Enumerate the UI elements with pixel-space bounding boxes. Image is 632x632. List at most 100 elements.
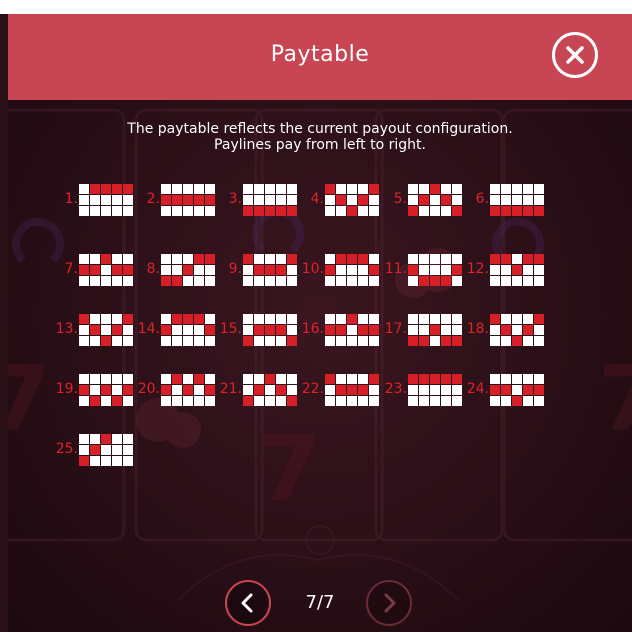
payline-number: 15. <box>219 321 242 337</box>
chevron-right-icon <box>384 593 396 613</box>
payline-cell-active <box>523 385 533 395</box>
payline-cell <box>430 396 440 406</box>
page-indicator: 7/7 <box>305 592 335 613</box>
payline-cell-active <box>276 206 286 216</box>
intro-line-1: The paytable reflects the current payout… <box>127 121 513 137</box>
payline-cell-active <box>161 276 171 286</box>
payline-cell <box>123 434 133 444</box>
payline-cell <box>112 276 122 286</box>
payline-cell-active <box>408 374 418 384</box>
payline-pattern <box>79 374 133 406</box>
payline-cell <box>276 374 286 384</box>
close-button[interactable] <box>552 32 598 78</box>
payline-cell <box>347 276 357 286</box>
payline-cell <box>276 254 286 264</box>
payline-cell <box>194 184 204 194</box>
payline-cell <box>408 184 418 194</box>
payline-cell <box>90 206 100 216</box>
payline-pattern <box>325 374 379 406</box>
payline-cell <box>501 195 511 205</box>
payline-cell <box>161 314 171 324</box>
payline-pattern <box>408 184 462 216</box>
payline-cell-active <box>512 396 522 406</box>
payline-cell <box>336 336 346 346</box>
payline-cell <box>101 206 111 216</box>
payline-cell <box>183 254 193 264</box>
prev-page-button[interactable] <box>225 580 271 626</box>
payline-cell <box>534 325 544 335</box>
payline-cell-active <box>441 276 451 286</box>
payline-cell <box>183 396 193 406</box>
payline-cell-active <box>325 325 335 335</box>
payline-cell <box>90 254 100 264</box>
payline-cell-active <box>408 336 418 346</box>
payline-cell <box>172 206 182 216</box>
payline-cell-active <box>369 265 379 275</box>
payline-pattern <box>490 254 544 286</box>
payline-number: 4. <box>310 191 324 207</box>
payline-cell <box>452 184 462 194</box>
payline-cell-active <box>243 254 253 264</box>
payline-pattern <box>490 374 544 406</box>
payline-cell <box>172 336 182 346</box>
payline-cell-active <box>430 184 440 194</box>
payline-cell <box>79 206 89 216</box>
payline-cell <box>194 336 204 346</box>
payline-cell <box>183 336 193 346</box>
payline-cell-active <box>79 314 89 324</box>
payline-cell-active <box>534 206 544 216</box>
payline-cell <box>276 184 286 194</box>
payline-cell <box>276 195 286 205</box>
payline-cell <box>358 314 368 324</box>
payline-cell <box>501 396 511 406</box>
payline-cell-active <box>101 254 111 264</box>
payline-cell <box>112 374 122 384</box>
payline-cell-active <box>358 254 368 264</box>
payline-cell-active <box>161 325 171 335</box>
payline-cell-active <box>347 206 357 216</box>
payline-cell <box>254 314 264 324</box>
payline-cell-active <box>347 314 357 324</box>
payline-cell <box>347 195 357 205</box>
payline-number: 16. <box>301 321 324 337</box>
payline-cell <box>254 336 264 346</box>
payline-cell <box>90 434 100 444</box>
payline-cell-active <box>336 385 346 395</box>
payline-cell <box>205 396 215 406</box>
payline-cell-active <box>369 184 379 194</box>
payline-cell <box>112 195 122 205</box>
payline-cell-active <box>358 195 368 205</box>
payline-cell-active <box>123 265 133 275</box>
payline-cell <box>112 206 122 216</box>
payline-cell <box>347 396 357 406</box>
payline-cell <box>161 336 171 346</box>
svg-text:7: 7 <box>598 347 632 452</box>
payline-pattern <box>79 434 133 466</box>
payline-cell <box>501 314 511 324</box>
payline-cell <box>172 396 182 406</box>
payline-cell <box>194 206 204 216</box>
payline-cell <box>101 314 111 324</box>
payline-cell-active <box>90 184 100 194</box>
payline-cell <box>265 396 275 406</box>
payline-cell <box>490 276 500 286</box>
payline-cell <box>172 254 182 264</box>
payline-cell <box>161 396 171 406</box>
payline-cell <box>441 206 451 216</box>
payline-cell <box>419 314 429 324</box>
payline-cell <box>430 254 440 264</box>
payline-cell <box>452 314 462 324</box>
payline-cell <box>172 184 182 194</box>
payline-cell <box>243 195 253 205</box>
payline-cell <box>512 374 522 384</box>
payline-cell <box>112 456 122 466</box>
payline-cell <box>369 195 379 205</box>
payline-cell <box>325 396 335 406</box>
payline-cell-active <box>254 325 264 335</box>
payline-cell <box>112 254 122 264</box>
paytable-intro: The paytable reflects the current payout… <box>8 121 632 153</box>
payline-cell <box>452 325 462 335</box>
payline-cell-active <box>336 325 346 335</box>
next-page-button[interactable] <box>366 580 412 626</box>
payline-cell <box>336 276 346 286</box>
